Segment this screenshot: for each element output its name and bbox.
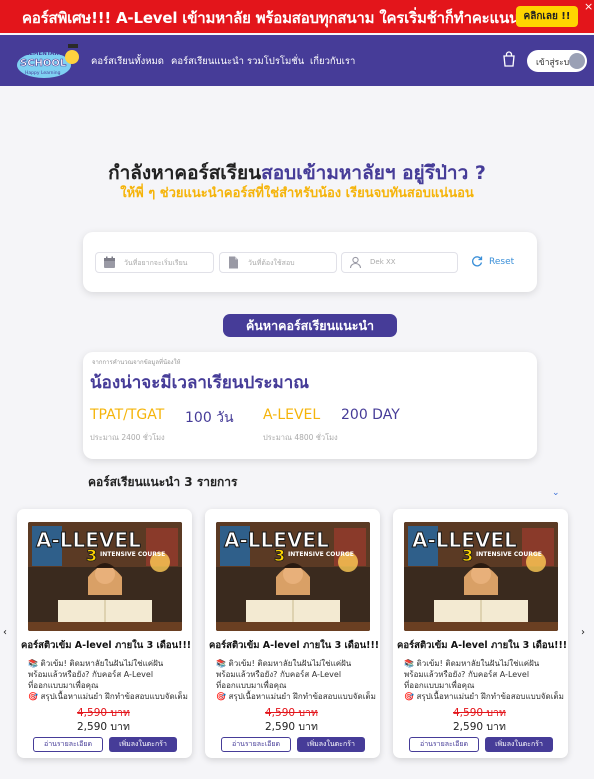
- nav-item-promotions[interactable]: รวมโปรโมชั่น: [247, 54, 304, 69]
- course-desc-line: 📚 ติวเข้ม! ติดมหาลัยในฝันไม่ใช่แค่ฝัน: [216, 659, 352, 668]
- document-icon: [229, 256, 238, 269]
- headline-part1: กำลังหาคอร์สเรียน: [108, 162, 262, 184]
- thumbnail-badge: 3: [86, 546, 98, 566]
- top-navbar: ELEMENTARY SCHOOL Happy Learning คอร์สเร…: [0, 35, 594, 86]
- course-description: 📚 ติวเข้ม! ติดมหาลัยในฝันไม่ใช่แค่ฝัน พร…: [28, 658, 190, 702]
- course-filter-card: วันที่อยากจะเริ่มเรียน วันที่ต้องใช้สอบ …: [83, 232, 537, 292]
- estimate-title: น้องน่าจะมีเวลาเรียนประมาณ: [90, 373, 310, 393]
- course-desc-line: ที่ออกแบบมาเพื่อคุณ: [28, 681, 99, 690]
- course-card[interactable]: A-LLEVEL 3 INTENSIVE COURGE คอร์สติวเข้ม…: [393, 509, 568, 758]
- promo-cta-button[interactable]: คลิกเลย !!: [516, 6, 578, 27]
- course-card[interactable]: A-LLEVEL 3 INTENSIVE COURGE คอร์สติวเข้ม…: [205, 509, 380, 758]
- refresh-icon[interactable]: [471, 255, 483, 267]
- nav-item-all-courses[interactable]: คอร์สเรียนทั้งหมด: [91, 54, 164, 69]
- nav-item-recommended[interactable]: คอร์สเรียนแนะนำ: [171, 54, 244, 69]
- estimate-label-alevel: A-LEVEL: [263, 407, 321, 423]
- course-desc-line: ที่ออกแบบมาเพื่อคุณ: [404, 681, 475, 690]
- page-subheadline: ให้พี่ ๆ ช่วยแนะนำคอร์สที่ใช่สำหรับน้อง …: [120, 186, 474, 201]
- course-desc-line: 🎯 สรุปเนื้อหาแม่นยำ ฝึกทำข้อสอบแบบจัดเต็…: [28, 692, 188, 701]
- course-description: 📚 ติวเข้ม! ติดมหาลัยในฝันไม่ใช่แค่ฝัน พร…: [216, 658, 378, 702]
- grade-field[interactable]: Dek XX: [341, 252, 458, 273]
- course-desc-line: พร้อมแล้วหรือยัง? กับคอร์ส A-Level: [28, 670, 154, 679]
- calendar-icon: [104, 256, 115, 268]
- start-date-placeholder: วันที่อยากจะเริ่มเรียน: [124, 259, 188, 267]
- avatar-icon: [569, 53, 585, 69]
- estimate-label-tpat: TPAT/TGAT: [90, 407, 165, 423]
- read-details-button[interactable]: อ่านรายละเอียด: [221, 737, 291, 752]
- thumbnail-subheading: INTENSIVE COURGE: [476, 551, 542, 558]
- course-desc-line: 📚 ติวเข้ม! ติดมหาลัยในฝันไม่ใช่แค่ฝัน: [404, 659, 540, 668]
- course-thumbnail[interactable]: A-LLEVEL 3 INTENSIVE COURGE: [404, 522, 558, 631]
- thumbnail-subheading: INTENSIVE COURSE: [100, 551, 166, 558]
- promo-bar: คอร์สพิเศษ!!! A-Level เข้ามหาลัย พร้อมสอ…: [0, 0, 594, 33]
- course-desc-line: 📚 ติวเข้ม! ติดมหาลัยในฝันไม่ใช่แค่ฝัน: [28, 659, 164, 668]
- promo-text: คอร์สพิเศษ!!! A-Level เข้ามหาลัย พร้อมสอ…: [22, 9, 553, 27]
- logo-line1: ELEMENTARY: [22, 51, 63, 57]
- read-details-button[interactable]: อ่านรายละเอียด: [409, 737, 479, 752]
- course-title[interactable]: คอร์สติวเข้ม A-level ภายใน 3 เดือน!!!: [209, 638, 379, 653]
- add-to-cart-button[interactable]: เพิ่มลงในตะกร้า: [485, 737, 553, 752]
- estimate-note: จากการคำนวณจากข้อมูลที่น้องให้: [92, 359, 181, 366]
- course-description: 📚 ติวเข้ม! ติดมหาลัยในฝันไม่ใช่แค่ฝัน พร…: [404, 658, 566, 702]
- estimate-value-alevel: 200 DAY: [341, 407, 400, 423]
- estimate-sub-tpat: ประมาณ 2400 ชั่วโมง: [90, 433, 165, 442]
- course-thumbnail[interactable]: A-LLEVEL 3 INTENSIVE COURSE: [28, 522, 182, 631]
- study-time-estimate-card: จากการคำนวณจากข้อมูลที่น้องให้ น้องน่าจะ…: [83, 352, 537, 459]
- sale-price: 2,590 บาท: [453, 721, 506, 733]
- recommended-courses-title: คอร์สเรียนแนะนำ 3 รายการ: [88, 475, 238, 489]
- add-to-cart-button[interactable]: เพิ่มลงในตะกร้า: [297, 737, 365, 752]
- course-title[interactable]: คอร์สติวเข้ม A-level ภายใน 3 เดือน!!!: [21, 638, 191, 653]
- course-desc-line: พร้อมแล้วหรือยัง? กับคอร์ส A-Level: [216, 670, 342, 679]
- course-desc-line: 🎯 สรุปเนื้อหาแม่นยำ ฝึกทำข้อสอบแบบจัดเต็…: [404, 692, 564, 701]
- estimate-value-tpat: 100 วัน: [185, 410, 234, 426]
- carousel-prev-icon[interactable]: ‹: [3, 627, 7, 638]
- carousel-next-icon[interactable]: ›: [581, 627, 585, 638]
- course-desc-line: ที่ออกแบบมาเพื่อคุณ: [216, 681, 287, 690]
- exam-date-field[interactable]: วันที่ต้องใช้สอบ: [219, 252, 337, 273]
- shopping-bag-icon[interactable]: [501, 51, 517, 67]
- grade-placeholder: Dek XX: [370, 258, 396, 266]
- school-logo[interactable]: ELEMENTARY SCHOOL Happy Learning: [16, 41, 82, 79]
- sale-price: 2,590 บาท: [77, 721, 130, 733]
- course-desc-line: 🎯 สรุปเนื้อหาแม่นยำ ฝึกทำข้อสอบแบบจัดเต็…: [216, 692, 376, 701]
- start-date-field[interactable]: วันที่อยากจะเริ่มเรียน: [95, 252, 214, 273]
- chevron-down-icon[interactable]: ⌄: [552, 488, 560, 498]
- thumbnail-subheading: INTENSIVE COURGE: [288, 551, 354, 558]
- search-recommended-button[interactable]: ค้นหาคอร์สเรียนแนะนำ: [223, 314, 397, 337]
- thumbnail-badge: 3: [462, 546, 474, 566]
- logo-line2: SCHOOL: [20, 58, 67, 69]
- estimate-sub-alevel: ประมาณ 4800 ชั่วโมง: [263, 433, 338, 442]
- course-thumbnail[interactable]: A-LLEVEL 3 INTENSIVE COURGE: [216, 522, 370, 631]
- login-button[interactable]: เข้าสู่ระบบ: [527, 50, 587, 72]
- read-details-button[interactable]: อ่านรายละเอียด: [33, 737, 103, 752]
- exam-date-placeholder: วันที่ต้องใช้สอบ: [248, 259, 295, 267]
- nav-item-about[interactable]: เกี่ยวกับเรา: [310, 54, 355, 69]
- sale-price: 2,590 บาท: [265, 721, 318, 733]
- user-icon: [349, 256, 362, 269]
- headline-part2: สอบเข้ามหาลัยฯ อยู่รึป่าว ?: [261, 162, 486, 184]
- course-title[interactable]: คอร์สติวเข้ม A-level ภายใน 3 เดือน!!!: [397, 638, 567, 653]
- logo-line3: Happy Learning: [25, 70, 61, 76]
- reset-button[interactable]: Reset: [489, 257, 514, 267]
- course-desc-line: พร้อมแล้วหรือยัง? กับคอร์ส A-Level: [404, 670, 530, 679]
- close-icon[interactable]: ×: [584, 0, 593, 13]
- thumbnail-badge: 3: [274, 546, 286, 566]
- add-to-cart-button[interactable]: เพิ่มลงในตะกร้า: [109, 737, 177, 752]
- course-card[interactable]: A-LLEVEL 3 INTENSIVE COURSE คอร์สติวเข้ม…: [17, 509, 192, 758]
